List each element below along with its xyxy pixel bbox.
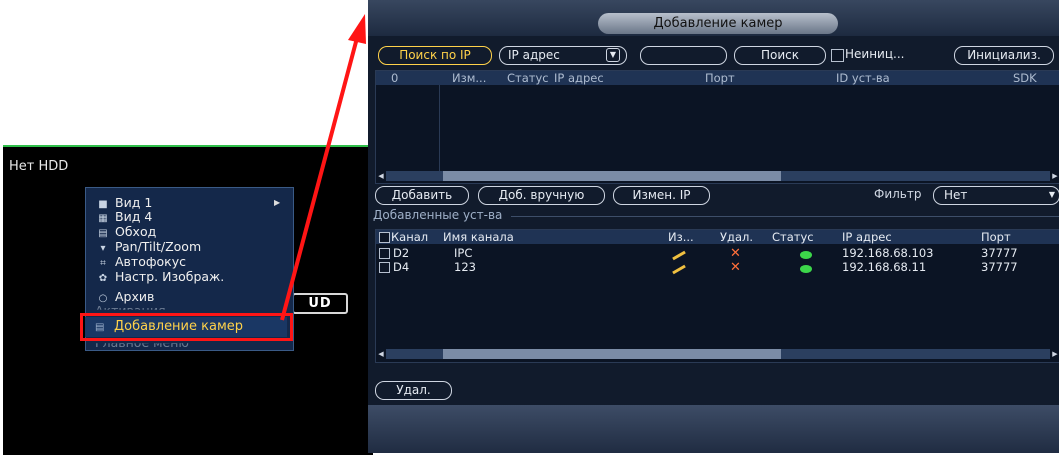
channel-cell: D4	[393, 260, 410, 274]
delete-icon[interactable]: ✕	[730, 246, 741, 261]
col-header: Статус	[772, 230, 814, 244]
col-header: SDK	[1013, 71, 1037, 85]
change-ip-button[interactable]: Измен. IP	[613, 186, 710, 205]
col-header: Порт	[705, 71, 735, 85]
add-button[interactable]: Добавить	[375, 186, 469, 205]
h-scrollbar[interactable]: ◀ ▶	[376, 171, 1059, 181]
edit-icon[interactable]	[672, 250, 686, 261]
scroll-right-icon[interactable]: ▶	[1050, 171, 1059, 181]
row-checkbox[interactable]	[379, 262, 390, 273]
col-header: Канал	[391, 230, 429, 244]
chevron-down-icon: ▼	[1048, 190, 1056, 199]
add-cameras-dialog: Добавление камер Поиск по IP IP адрес ▼ П…	[368, 0, 1059, 453]
col-header: Изм...	[452, 71, 487, 85]
channel-name-cell: IPC	[454, 246, 473, 260]
found-devices-table: 0 Изм... Статус IP адрес Порт ID уст-ва …	[375, 70, 1059, 184]
ip-cell: 192.168.68.11	[842, 260, 927, 274]
dialog-title-bar: Добавление камер	[368, 0, 1059, 36]
col-header: Из...	[668, 230, 694, 244]
col-header: ID уст-ва	[836, 71, 890, 85]
initialize-button[interactable]: Инициализ.	[954, 46, 1054, 65]
scroll-right-icon[interactable]: ▶	[1050, 349, 1059, 359]
dialog-title: Добавление камер	[598, 13, 838, 34]
added-devices-table: Канал Имя канала Из... Удал. Статус IP а…	[375, 229, 1059, 363]
col-header: Порт	[981, 230, 1011, 244]
image-settings-icon: ✿	[98, 273, 108, 284]
no-hdd-status: Нет HDD	[9, 159, 69, 174]
search-button[interactable]: Поиск	[734, 46, 826, 65]
col-header: Удал.	[720, 230, 754, 244]
filter-select[interactable]: Нет ▼	[933, 186, 1059, 205]
dialog-bottom-bar	[368, 405, 1059, 453]
channel-cell: D2	[393, 246, 410, 260]
menu-item-autofocus[interactable]: ⌗ Автофокус	[96, 254, 186, 269]
scroll-thumb[interactable]	[443, 349, 781, 359]
h-scrollbar[interactable]: ◀ ▶	[376, 349, 1059, 359]
edit-icon[interactable]	[672, 264, 686, 275]
filter-label: Фильтр	[874, 187, 922, 201]
port-cell: 37777	[981, 260, 1018, 274]
ip-cell: 192.168.68.103	[842, 246, 934, 260]
menu-item-view4[interactable]: ▦ Вид 4	[96, 209, 152, 224]
section-divider	[511, 216, 1059, 217]
select-all-checkbox[interactable]	[379, 232, 390, 243]
col-header: IP адрес	[842, 230, 892, 244]
row-checkbox[interactable]	[379, 248, 390, 259]
chevron-down-icon: ▼	[606, 48, 620, 62]
protocol-select[interactable]: IP адрес ▼	[499, 46, 627, 65]
search-input[interactable]	[640, 46, 727, 65]
column-divider	[439, 85, 440, 171]
manual-add-button[interactable]: Доб. вручную	[478, 186, 605, 205]
scroll-thumb[interactable]	[443, 171, 781, 181]
menu-item-image-settings[interactable]: ✿ Настр. Изображ.	[96, 269, 224, 284]
added-devices-label: Добавленные уст-ва	[373, 208, 503, 222]
scroll-left-icon[interactable]: ◀	[376, 349, 386, 359]
port-cell: 37777	[981, 246, 1018, 260]
brand-logo: UD	[292, 293, 348, 314]
channel-name-cell: 123	[454, 260, 476, 274]
delete-icon[interactable]: ✕	[730, 260, 741, 275]
col-header: Имя канала	[443, 230, 514, 244]
menu-item-ptz[interactable]: ▾ Pan/Tilt/Zoom	[96, 239, 201, 254]
submenu-arrow-icon: ▶	[274, 198, 281, 207]
search-by-ip-button[interactable]: Поиск по IP	[378, 46, 492, 65]
delete-button[interactable]: Удал.	[375, 381, 452, 400]
col-header: Статус	[507, 71, 549, 85]
uninit-checkbox[interactable]	[831, 49, 844, 62]
col-header: IP адрес	[554, 71, 604, 85]
status-online-icon	[800, 265, 812, 273]
col-header: 0	[391, 71, 399, 85]
status-online-icon	[800, 251, 812, 259]
menu-item-archive[interactable]: ○ Архив	[96, 289, 155, 304]
uninit-label: Неиниц...	[845, 47, 905, 61]
scroll-left-icon[interactable]: ◀	[376, 171, 386, 181]
highlight-box	[80, 313, 293, 341]
menu-item-tour[interactable]: ▤ Обход	[96, 224, 156, 239]
menu-item-view1[interactable]: ■ Вид 1 ▶	[96, 195, 280, 210]
